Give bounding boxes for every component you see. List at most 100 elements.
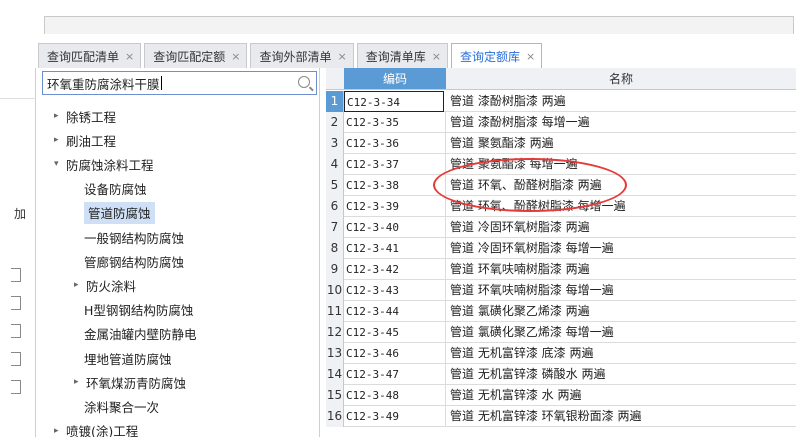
search-input[interactable]: 环氧重防腐涂料干膜 [42,71,317,95]
cell-name: 管道 冷固环氧树脂漆 每增一遍 [450,241,614,255]
tab-label: 查询清单库 [365,49,426,64]
tree-item[interactable]: 一般钢结构防腐蚀 [84,226,184,248]
tree-item-label: H型钢钢结构防腐蚀 [84,303,194,319]
tab-0[interactable]: 查询匹配清单 × [38,43,142,68]
table-row[interactable]: 10 C12-3-43 管道 环氧呋喃树脂漆 每增一遍 [326,280,796,301]
chevron-right-icon[interactable]: ▸ [74,377,84,387]
cell-name: 管道 环氧呋喃树脂漆 每增一遍 [450,283,614,297]
tree-item[interactable]: 涂料聚合一次 [84,395,159,417]
tree-item-label: 金属油罐内壁防静电 [84,327,197,343]
table-row[interactable]: 11 C12-3-44 管道 氯磺化聚乙烯漆 两遍 [326,301,796,322]
table-row[interactable]: 2 C12-3-35 管道 漆酚树脂漆 每增一遍 [326,112,796,133]
chevron-right-icon[interactable]: ▸ [74,280,84,290]
cell-code: C12-3-35 [346,112,446,133]
tree-item[interactable]: 管廊钢结构防腐蚀 [84,250,184,272]
left-panel-checkbox[interactable] [11,352,21,366]
cell-code: C12-3-43 [346,280,446,301]
tree-item[interactable]: H型钢钢结构防腐蚀 [84,299,193,321]
tab-4[interactable]: 查询定额库 × [450,43,543,68]
cell-code: C12-3-45 [346,322,446,343]
row-number: 13 [326,343,344,364]
tree-item[interactable]: ▸ 喷镀(涂)工程 [54,420,138,437]
chevron-down-icon[interactable]: ▾ [54,159,64,169]
cell-code: C12-3-49 [346,406,446,427]
chevron-right-icon[interactable]: ▸ [54,135,64,145]
tree-item-label: 刷油工程 [66,133,117,149]
left-panel-divider [0,98,36,99]
table-row[interactable]: 7 C12-3-40 管道 冷固环氧树脂漆 两遍 [326,217,796,238]
table-row[interactable]: 3 C12-3-36 管道 聚氨酯漆 两遍 [326,133,796,154]
left-panel-checkbox[interactable] [11,296,21,310]
cell-code: C12-3-46 [346,343,446,364]
chevron-right-icon[interactable]: ▸ [54,426,64,436]
left-panel-label: 加 [14,207,27,221]
cell-name: 管道 环氧呋喃树脂漆 两遍 [450,262,590,276]
table-row[interactable]: 13 C12-3-46 管道 无机富锌漆 底漆 两遍 [326,343,796,364]
cell-code: C12-3-41 [346,238,446,259]
tab-2[interactable]: 查询外部清单 × [250,43,354,68]
tree-item-label: 设备防腐蚀 [84,182,147,198]
tree-item[interactable]: ▸ 防火涂料 [74,274,136,296]
text-cursor [160,76,162,90]
close-icon[interactable]: × [337,50,346,63]
row-number: 3 [326,133,344,154]
cell-name: 管道 漆酚树脂漆 两遍 [450,94,566,108]
cell-name: 管道 无机富锌漆 水 两遍 [450,388,582,402]
row-number: 4 [326,154,344,175]
row-number: 14 [326,364,344,385]
left-panel-checkbox[interactable] [11,324,21,338]
tree-item-label: 埋地管道防腐蚀 [84,351,172,367]
tab-label: 查询匹配清单 [47,49,120,64]
row-number: 6 [326,196,344,217]
close-icon[interactable]: × [231,50,240,63]
table-row[interactable]: 15 C12-3-48 管道 无机富锌漆 水 两遍 [326,385,796,406]
table-corner [326,68,344,90]
tree-item[interactable]: ▾ 防腐蚀涂料工程 [54,153,154,175]
row-number: 5 [326,175,344,196]
cell-code: C12-3-34 [344,91,444,112]
cell-name: 管道 氯磺化聚乙烯漆 两遍 [450,304,590,318]
tab-1[interactable]: 查询匹配定额 × [144,43,248,68]
tree-item[interactable]: ▸ 除锈工程 [54,105,116,127]
tree-item[interactable]: ▸ 环氧煤沥青防腐蚀 [74,371,186,393]
row-number: 1 [326,91,344,112]
tree-item[interactable]: 设备防腐蚀 [84,178,147,200]
close-icon[interactable]: × [432,50,441,63]
table-row[interactable]: 1 C12-3-34 管道 漆酚树脂漆 两遍 [326,91,796,112]
tree-item-label: 管道防腐蚀 [88,206,151,222]
row-number: 2 [326,112,344,133]
quota-table: 编码 名称 1 C12-3-34 管道 漆酚树脂漆 两遍 2 C12-3-35 管道 漆酚… [326,68,796,437]
left-panel-checkbox[interactable] [11,380,21,394]
top-input-bar[interactable] [44,16,794,34]
tree-item-label: 管廊钢结构防腐蚀 [84,254,185,270]
table-row[interactable]: 9 C12-3-42 管道 环氧呋喃树脂漆 两遍 [326,259,796,280]
tree-item[interactable]: 埋地管道防腐蚀 [84,347,172,369]
cell-name: 管道 冷固环氧树脂漆 两遍 [450,220,590,234]
row-number: 12 [326,322,344,343]
tree-item-label: 防腐蚀涂料工程 [66,157,154,173]
column-header-name[interactable]: 名称 [446,68,796,90]
table-row[interactable]: 8 C12-3-41 管道 冷固环氧树脂漆 每增一遍 [326,238,796,259]
row-number: 11 [326,301,344,322]
row-number: 9 [326,259,344,280]
table-row[interactable]: 12 C12-3-45 管道 氯磺化聚乙烯漆 每增一遍 [326,322,796,343]
chevron-right-icon[interactable]: ▸ [54,111,64,121]
tree-item[interactable]: 金属油罐内壁防静电 [84,323,197,345]
close-icon[interactable]: × [125,50,134,63]
tree-item-label: 环氧煤沥青防腐蚀 [86,375,187,391]
table-row[interactable]: 14 C12-3-47 管道 无机富锌漆 磷酸水 两遍 [326,364,796,385]
left-panel-checkbox[interactable] [11,268,21,282]
tree-item-label: 喷镀(涂)工程 [66,424,139,437]
cell-name: 管道 无机富锌漆 底漆 两遍 [450,346,594,360]
tab-label: 查询外部清单 [259,49,332,64]
table-row[interactable]: 16 C12-3-49 管道 无机富锌漆 环氧银粉面漆 两遍 [326,406,796,427]
row-number: 16 [326,406,344,427]
tree-item[interactable]: 管道防腐蚀 [84,201,155,224]
search-icon[interactable] [298,76,310,88]
close-icon[interactable]: × [526,50,535,63]
tree-item[interactable]: ▸ 刷油工程 [54,129,116,151]
column-header-code[interactable]: 编码 [344,68,446,90]
red-annotation-ellipse [433,158,627,212]
cell-name: 管道 漆酚树脂漆 每增一遍 [450,115,590,129]
tab-3[interactable]: 查询清单库 × [356,43,448,68]
